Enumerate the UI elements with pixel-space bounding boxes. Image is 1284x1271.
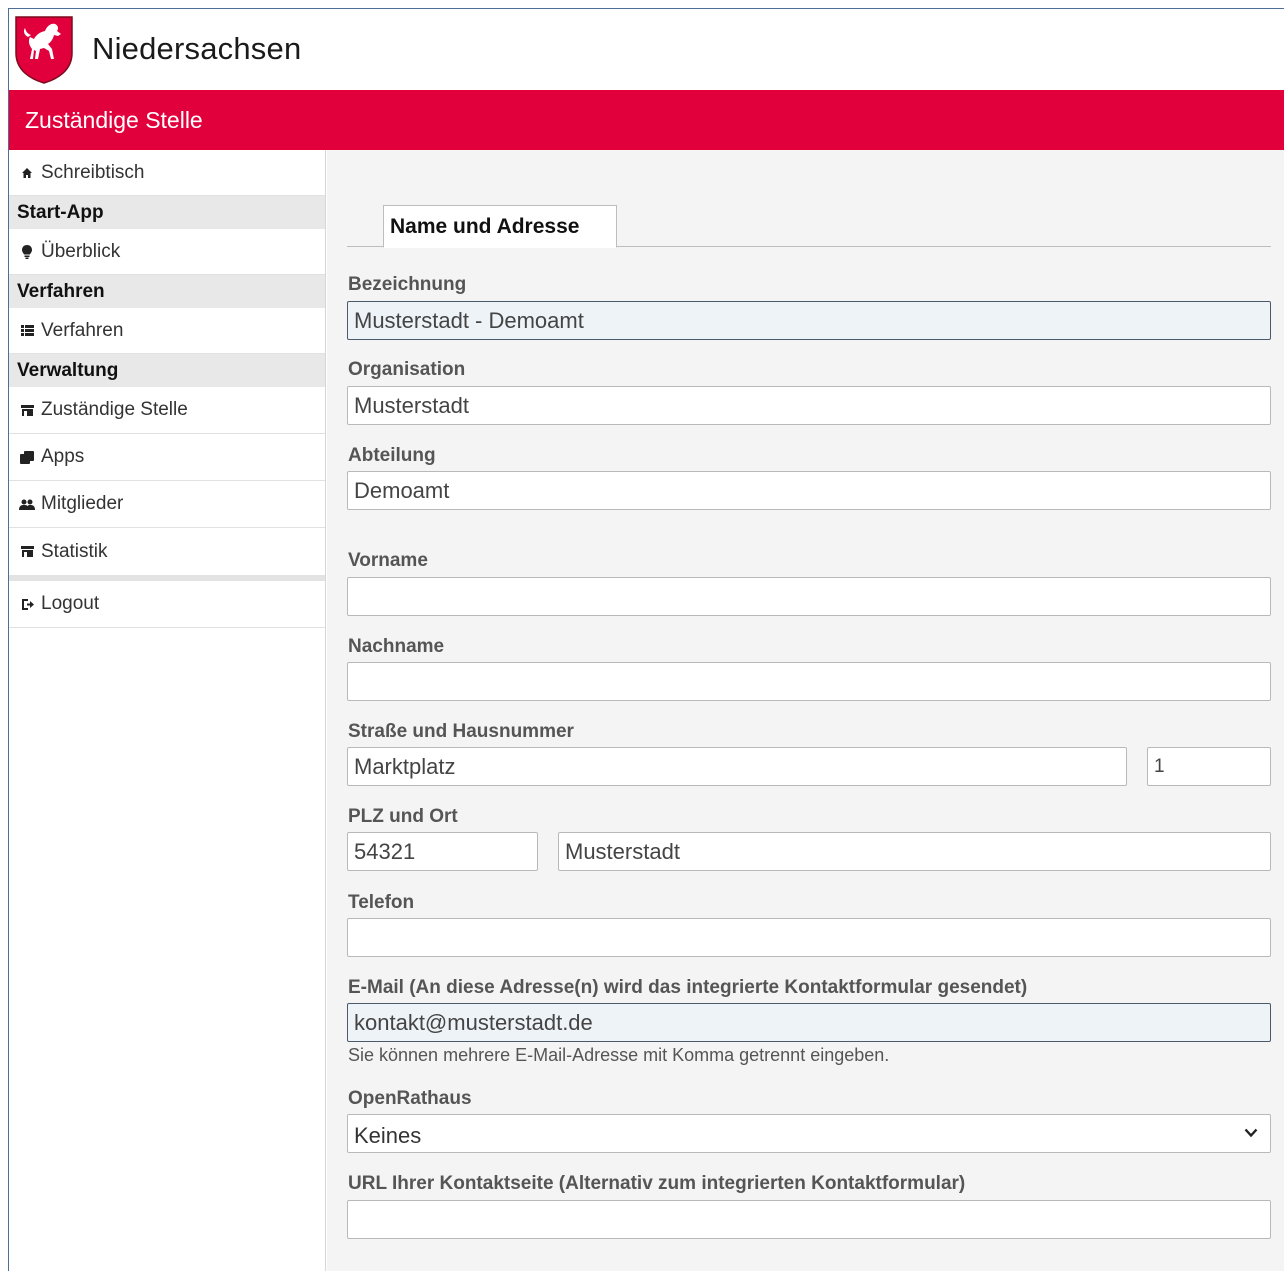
sidebar-item-logout[interactable]: Logout (9, 581, 325, 628)
sidebar-item-verfahren[interactable]: Verfahren (9, 308, 325, 354)
kontaktseite-url-field[interactable] (347, 1200, 1271, 1239)
list-icon (17, 325, 37, 336)
sidebar-group-start-app: Start-App (9, 196, 325, 229)
users-icon (17, 499, 37, 510)
street-field[interactable] (347, 747, 1127, 786)
tab-name-und-adresse[interactable]: Name und Adresse (383, 205, 617, 248)
sidebar-item-label: Mitglieder (41, 493, 124, 514)
sidebar-item-ueberblick[interactable]: Überblick (9, 229, 325, 275)
ort-field[interactable] (558, 832, 1271, 871)
sidebar-item-statistik[interactable]: Statistik (9, 528, 325, 575)
building-icon (17, 546, 37, 557)
sidebar-item-label: Statistik (41, 540, 108, 562)
sidebar-item-label: Logout (41, 593, 100, 614)
house-number-field[interactable] (1147, 747, 1271, 786)
sidebar-item-schreibtisch[interactable]: Schreibtisch (9, 150, 325, 196)
chevron-down-icon (1244, 1128, 1258, 1138)
plz-field[interactable] (347, 832, 538, 871)
sidebar-item-mitglieder[interactable]: Mitglieder (9, 481, 325, 528)
openrathaus-select[interactable]: Keines (347, 1114, 1271, 1153)
strasse-label: Straße und Hausnummer (348, 721, 574, 742)
bezeichnung-field[interactable] (347, 301, 1271, 340)
sidebar-item-label: Schreibtisch (41, 161, 145, 183)
bezeichnung-label: Bezeichnung (348, 274, 467, 295)
nachname-field[interactable] (347, 662, 1271, 701)
abteilung-label: Abteilung (348, 445, 436, 466)
building-icon (17, 404, 37, 416)
organisation-label: Organisation (348, 359, 466, 380)
vorname-field[interactable] (347, 577, 1271, 616)
sidebar: Schreibtisch Start-App Überblick Verfahr… (9, 150, 326, 1271)
telefon-field[interactable] (347, 918, 1271, 957)
home-icon (17, 167, 37, 179)
app-window: Niedersachsen Zuständige Stelle Schreibt… (8, 8, 1284, 1271)
plz-ort-label: PLZ und Ort (348, 806, 458, 827)
main-content: Name und Adresse Bezeichnung Organisatio… (327, 150, 1284, 1271)
openrathaus-label: OpenRathaus (348, 1088, 472, 1109)
sidebar-item-apps[interactable]: Apps (9, 434, 325, 481)
sidebar-item-zustaendige-stelle[interactable]: Zuständige Stelle (9, 387, 325, 434)
telefon-label: Telefon (348, 892, 415, 913)
sidebar-item-label: Verfahren (41, 319, 124, 341)
clone-icon (17, 450, 37, 464)
email-label: E-Mail (An diese Adresse(n) wird das int… (348, 977, 1028, 998)
vorname-label: Vorname (348, 550, 428, 571)
organisation-field[interactable] (347, 386, 1271, 425)
brand-header: Niedersachsen (9, 9, 1284, 90)
email-field[interactable] (347, 1003, 1271, 1042)
abteilung-field[interactable] (347, 471, 1271, 510)
page-header-bar: Zuständige Stelle (9, 90, 1284, 150)
nachname-label: Nachname (348, 636, 445, 657)
sidebar-group-verfahren: Verfahren (9, 275, 325, 308)
sidebar-item-label: Apps (41, 446, 85, 467)
sidebar-item-label: Überblick (41, 240, 121, 262)
logout-icon (17, 598, 37, 611)
sidebar-group-verwaltung: Verwaltung (9, 354, 325, 387)
lower-saxony-crest-icon (15, 16, 73, 84)
email-hint: Sie können mehrere E-Mail-Adresse mit Ko… (348, 1045, 890, 1065)
kontaktseite-label: URL Ihrer Kontaktseite (Alternativ zum i… (348, 1173, 966, 1194)
lightbulb-icon (17, 244, 37, 259)
page-title: Zuständige Stelle (25, 107, 203, 133)
brand-name: Niedersachsen (92, 31, 302, 66)
sidebar-item-label: Zuständige Stelle (41, 399, 188, 420)
openrathaus-selected-value: Keines (354, 1123, 422, 1148)
